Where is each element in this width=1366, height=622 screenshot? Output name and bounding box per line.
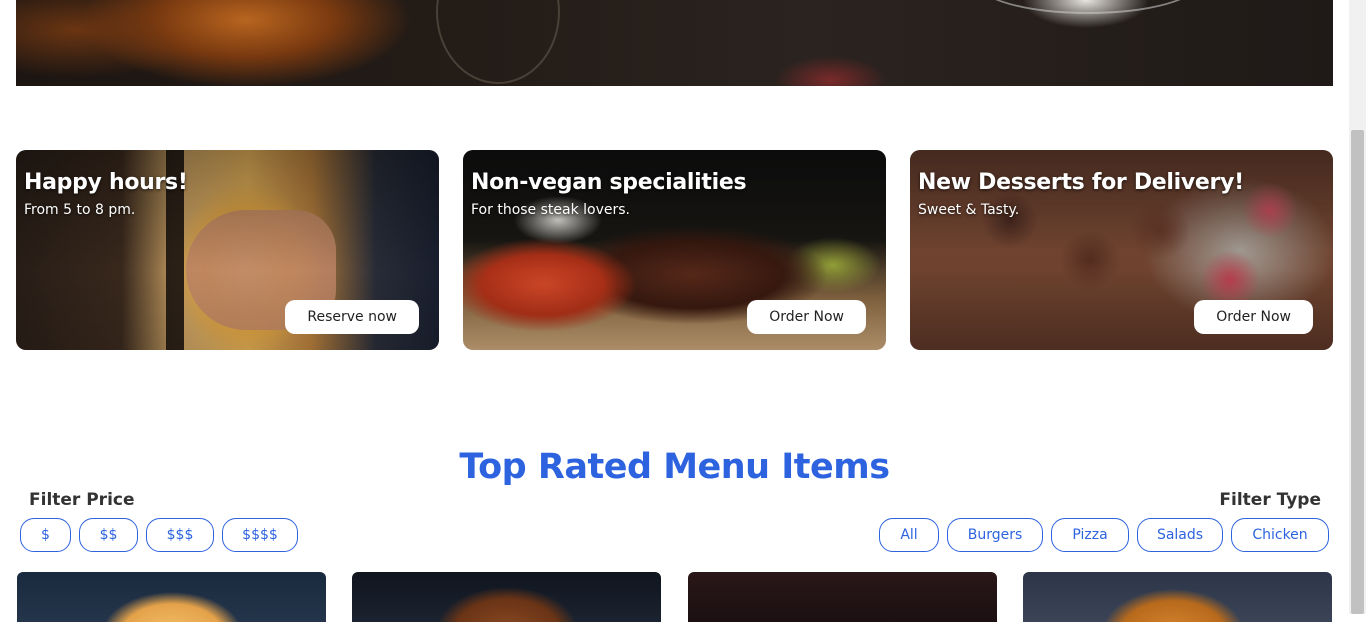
promo-subtitle: For those steak lovers. [471,202,630,218]
promo-title: Non-vegan specialities [471,170,747,195]
promo-card-non-vegan: Non-vegan specialities For those steak l… [463,150,886,350]
scrollbar-thumb[interactable] [1351,130,1364,614]
price-filter-1[interactable]: $ [20,518,71,552]
price-filter-3[interactable]: $$$ [146,518,214,552]
promo-card-happy-hours: Happy hours! From 5 to 8 pm. Reserve now [16,150,439,350]
menu-item-card-image[interactable] [1023,572,1332,622]
menu-item-card-image[interactable] [688,572,997,622]
section-title: Top Rated Menu Items [459,447,890,487]
promo-card-desserts: New Desserts for Delivery! Sweet & Tasty… [910,150,1333,350]
promo-title: New Desserts for Delivery! [918,170,1244,195]
order-now-button[interactable]: Order Now [1194,300,1313,334]
price-filter-2[interactable]: $$ [79,518,138,552]
order-now-button[interactable]: Order Now [747,300,866,334]
promo-title: Happy hours! [24,170,188,195]
promo-subtitle: Sweet & Tasty. [918,202,1020,218]
type-filter-salads[interactable]: Salads [1137,518,1223,552]
price-filter-4[interactable]: $$$$ [222,518,298,552]
reserve-now-button[interactable]: Reserve now [285,300,419,334]
type-filter-burgers[interactable]: Burgers [947,518,1043,552]
filter-price-label: Filter Price [29,490,135,510]
promo-subtitle: From 5 to 8 pm. [24,202,136,218]
menu-item-card-image[interactable] [352,572,661,622]
type-filter-pizza[interactable]: Pizza [1051,518,1129,552]
filter-type-label: Filter Type [1219,490,1321,510]
hero-image [16,0,1333,86]
type-filter-chicken[interactable]: Chicken [1231,518,1329,552]
menu-item-card-image[interactable] [17,572,326,622]
type-filter-all[interactable]: All [879,518,939,552]
